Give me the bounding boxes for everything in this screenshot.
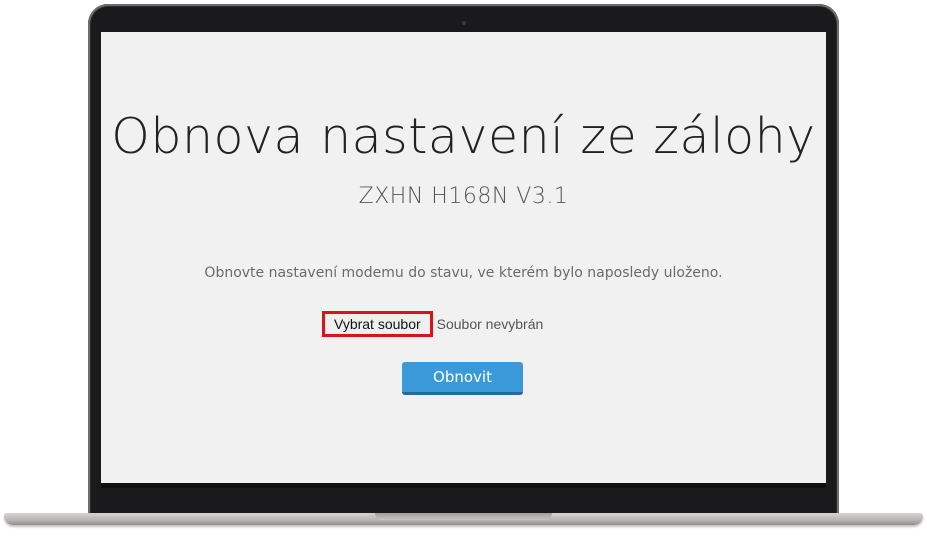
laptop-screen: Obnova nastavení ze zálohy ZXHN H168N V3… [101, 32, 826, 483]
page-title: Obnova nastavení ze zálohy [111, 108, 816, 165]
laptop-mockup: Obnova nastavení ze zálohy ZXHN H168N V3… [0, 0, 927, 537]
restore-button[interactable]: Obnovit [402, 362, 523, 395]
file-input[interactable]: Vybrat soubor Soubor nevybrán [322, 311, 543, 337]
choose-file-button[interactable]: Vybrat soubor [322, 311, 433, 337]
restore-description: Obnovte nastavení modemu do stavu, ve kt… [204, 265, 723, 281]
file-status-text: Soubor nevybrán [436, 316, 544, 332]
webcam-icon [461, 20, 467, 26]
screen-bottom-bezel [101, 483, 826, 488]
device-model-subtitle: ZXHN H168N V3.1 [358, 184, 569, 209]
laptop-hinge-notch [375, 513, 552, 520]
